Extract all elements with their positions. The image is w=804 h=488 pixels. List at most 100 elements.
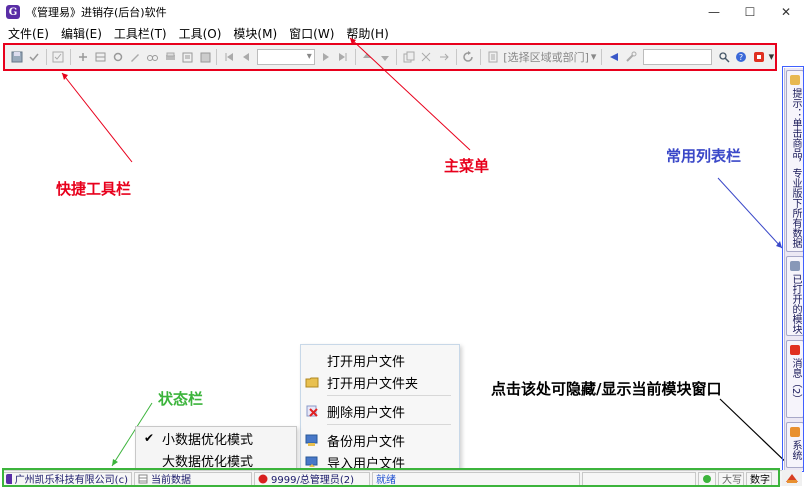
menu-item-label: 打开用户文件夹 bbox=[327, 376, 419, 392]
quick-toolbar: ▾ [选择区域或部门] ▾ ? ▾ bbox=[4, 44, 776, 70]
menu-toolbar[interactable]: 工具栏(T) bbox=[114, 24, 167, 44]
toolbar-separator bbox=[70, 48, 72, 65]
audit-icon[interactable] bbox=[52, 50, 65, 64]
record-selector[interactable]: ▾ bbox=[257, 48, 315, 65]
menu-item-label: 备份用户文件 bbox=[327, 434, 406, 450]
toggle-module-annotation: 点击该处可隐藏/显示当前模块窗口 bbox=[491, 380, 722, 398]
edit-icon[interactable] bbox=[128, 50, 141, 64]
sidebar-tab-tips-label: 提示：单击商品，专业版下所有数据 bbox=[790, 88, 801, 248]
menu-item-backup-user-file[interactable]: 备份用户文件 bbox=[301, 429, 459, 451]
add-icon[interactable] bbox=[76, 50, 89, 64]
merge-icon[interactable] bbox=[437, 50, 450, 64]
toolbar-separator bbox=[396, 48, 398, 65]
exit-icon[interactable] bbox=[752, 50, 765, 64]
toolbar-separator bbox=[455, 48, 457, 65]
menu-item-delete-user-file[interactable]: 删除用户文件 bbox=[301, 400, 459, 422]
system-icon bbox=[790, 427, 800, 437]
toolbar-separator bbox=[45, 48, 47, 65]
sidebar-tab-messages[interactable]: 消息（2） bbox=[786, 340, 804, 418]
menu-item-small-data-mode[interactable]: ✔ 小数据优化模式 bbox=[136, 427, 296, 449]
company-name: 广州凯乐科技有限公司(c) bbox=[14, 475, 128, 486]
menu-edit[interactable]: 编辑(E) bbox=[61, 24, 102, 44]
refresh-icon[interactable] bbox=[462, 50, 475, 64]
menu-window[interactable]: 窗口(W) bbox=[289, 24, 334, 44]
blank-icon bbox=[305, 353, 319, 367]
user-file-context-menu: 打开用户文件 打开用户文件夹 删除用户文件 备份用户文件 导入用户文件 bbox=[300, 344, 460, 474]
user-cell[interactable]: 9999/总管理员(2) bbox=[254, 471, 370, 486]
database-cell[interactable]: 当前数据 bbox=[134, 471, 252, 486]
progress-cell bbox=[582, 471, 696, 486]
app-logo-icon: G bbox=[6, 5, 20, 19]
sidebar-tab-open-modules-label: 已打开的模块 bbox=[790, 274, 801, 334]
preview-icon[interactable] bbox=[181, 50, 194, 64]
save-icon[interactable] bbox=[10, 50, 23, 64]
close-button[interactable]: ✕ bbox=[768, 0, 804, 24]
navigate-back-icon[interactable] bbox=[607, 50, 620, 64]
status-bar-annotation: 状态栏 bbox=[158, 390, 204, 408]
sidebar-tab-system-label: 系统 bbox=[790, 440, 801, 460]
department-icon bbox=[486, 50, 499, 64]
status-pointer-arrowhead bbox=[112, 459, 118, 466]
settings-icon[interactable] bbox=[111, 50, 124, 64]
quick-search-input[interactable] bbox=[643, 48, 713, 65]
chevron-down-icon[interactable]: ▾ bbox=[591, 50, 597, 63]
arrow-down-icon[interactable] bbox=[378, 50, 391, 64]
title-bar: G 《管理易》进销存(后台)软件 — ☐ ✕ bbox=[0, 0, 804, 24]
sidebar-pointer-line bbox=[717, 177, 783, 249]
sidebar-tab-system[interactable]: 系统 bbox=[786, 422, 804, 468]
minimize-button[interactable]: — bbox=[696, 0, 732, 24]
tools-icon[interactable] bbox=[625, 50, 638, 64]
find-icon[interactable] bbox=[146, 50, 159, 64]
menu-separator bbox=[327, 395, 451, 396]
caps-lock-indicator: 大写 bbox=[718, 471, 744, 486]
next-record-icon[interactable] bbox=[319, 50, 332, 64]
copy-icon[interactable] bbox=[402, 50, 415, 64]
toggle-pointer-line bbox=[719, 398, 793, 469]
first-record-icon[interactable] bbox=[222, 50, 235, 64]
insert-row-icon[interactable] bbox=[94, 50, 107, 64]
toolbar-pointer-line bbox=[61, 72, 133, 163]
status-message: 就绪 bbox=[376, 475, 396, 486]
menu-item-large-data-mode[interactable]: 大数据优化模式 bbox=[136, 449, 296, 471]
message-icon bbox=[790, 345, 800, 355]
sidebar-tab-tips[interactable]: 提示：单击商品，专业版下所有数据 bbox=[786, 70, 804, 252]
sidebar-tab-messages-label: 消息（2） bbox=[790, 358, 801, 405]
status-message-cell: 就绪 bbox=[372, 471, 580, 486]
menu-item-open-user-folder[interactable]: 打开用户文件夹 bbox=[301, 371, 459, 393]
menu-help[interactable]: 帮助(H) bbox=[346, 24, 388, 44]
backup-icon bbox=[305, 433, 319, 447]
toolbar-separator bbox=[601, 48, 603, 65]
arrow-up-icon[interactable] bbox=[361, 50, 374, 64]
maximize-button[interactable]: ☐ bbox=[732, 0, 768, 24]
module-toggle-icon bbox=[786, 474, 798, 483]
app-window: G 《管理易》进销存(后台)软件 — ☐ ✕ 文件(E) 编辑(E) 工具栏(T… bbox=[0, 0, 804, 488]
print-icon[interactable] bbox=[163, 50, 176, 64]
region-department-selector[interactable]: [选择区域或部门] bbox=[503, 49, 589, 65]
common-list-sidebar: 提示：单击商品，专业版下所有数据 已打开的模块 消息（2） 系统 bbox=[784, 68, 804, 470]
quick-toolbar-annotation: 快捷工具栏 bbox=[56, 180, 132, 198]
num-lock-label: 数字 bbox=[750, 475, 770, 486]
window-controls: — ☐ ✕ bbox=[696, 0, 804, 24]
menu-file[interactable]: 文件(E) bbox=[8, 24, 49, 44]
sidebar-pointer-arrowhead bbox=[776, 241, 782, 248]
toggle-module-window-button[interactable] bbox=[782, 470, 802, 486]
company-cell[interactable]: 广州凯乐科技有限公司(c) bbox=[2, 471, 132, 486]
confirm-icon[interactable] bbox=[27, 50, 40, 64]
sidebar-tab-open-modules[interactable]: 已打开的模块 bbox=[786, 256, 804, 336]
svg-text:?: ? bbox=[739, 53, 743, 62]
menu-item-label: 打开用户文件 bbox=[327, 354, 406, 370]
help-icon[interactable]: ? bbox=[735, 50, 748, 64]
split-icon[interactable] bbox=[420, 50, 433, 64]
prev-record-icon[interactable] bbox=[240, 50, 253, 64]
export-icon[interactable] bbox=[198, 50, 211, 64]
menu-modules[interactable]: 模块(M) bbox=[233, 24, 277, 44]
tip-icon bbox=[790, 75, 800, 85]
window-title: 《管理易》进销存(后台)软件 bbox=[26, 6, 167, 19]
database-icon bbox=[138, 474, 148, 483]
menu-tools[interactable]: 工具(O) bbox=[179, 24, 222, 44]
network-icon[interactable] bbox=[698, 471, 716, 486]
toolbar-overflow-chevron-icon[interactable]: ▾ bbox=[769, 50, 775, 63]
search-icon[interactable] bbox=[717, 50, 730, 64]
last-record-icon[interactable] bbox=[336, 50, 349, 64]
menu-item-open-user-file[interactable]: 打开用户文件 bbox=[301, 349, 459, 371]
